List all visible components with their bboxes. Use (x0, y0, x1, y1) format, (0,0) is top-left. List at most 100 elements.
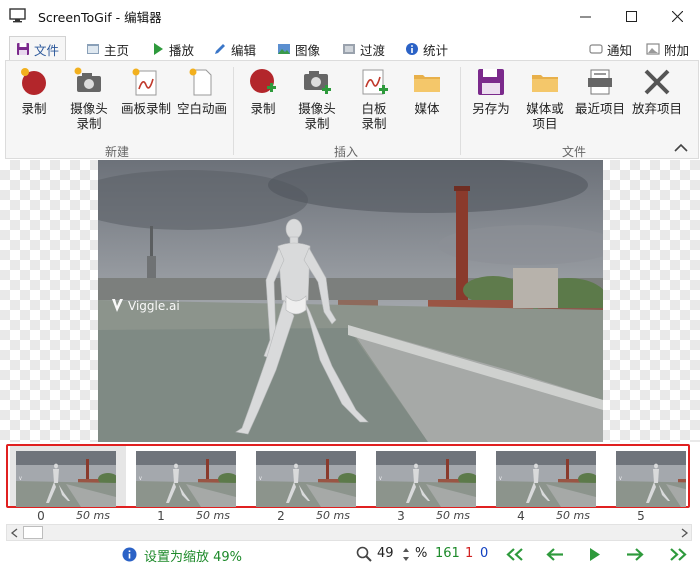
new-board-recording-button[interactable]: 画板录制 (119, 67, 173, 116)
button-label: 录制 (21, 101, 47, 116)
extras-image-icon (646, 43, 660, 55)
frame-thumbnail[interactable] (616, 451, 686, 507)
previous-frame-icon[interactable] (546, 548, 564, 561)
frame-thumbnail[interactable] (256, 451, 356, 507)
tab-label: 主页 (104, 42, 130, 58)
frame-number: 0 (37, 509, 45, 523)
tab-label: 文件 (34, 42, 60, 58)
minimize-icon (579, 16, 591, 17)
new-recording-button[interactable]: 录制 (14, 67, 54, 116)
tab-statistics[interactable]: 统计 (399, 38, 454, 60)
collapse-ribbon-chevron-up-icon[interactable] (674, 143, 688, 153)
new-webcam-recording-button[interactable]: 摄像头 录制 (63, 67, 115, 131)
insert-media-button[interactable]: 媒体 (407, 67, 447, 116)
save-as-icon (478, 69, 504, 95)
window-title: ScreenToGif - 编辑器 (38, 10, 162, 25)
button-label: 另存为 (472, 101, 510, 116)
insert-recording-button[interactable]: 录制 (243, 67, 283, 116)
close-icon (671, 10, 683, 22)
tab-label: 播放 (169, 42, 195, 58)
board-icon (132, 68, 157, 96)
frame-thumbnail[interactable] (136, 451, 236, 507)
frame-delay: 50 ms (76, 509, 110, 522)
next-frame-icon[interactable] (626, 548, 644, 561)
record-icon (21, 68, 46, 95)
insert-whiteboard-recording-button[interactable]: 白板 录制 (352, 67, 396, 131)
transition-icon (343, 44, 355, 54)
camera-insert-icon (304, 71, 331, 94)
zoom-search-icon (356, 546, 372, 562)
button-label: 媒体或 (526, 101, 564, 116)
tab-label: 过渡 (360, 42, 386, 58)
blank-page-icon (189, 68, 212, 96)
title-bar: ScreenToGif - 编辑器 (0, 0, 700, 32)
screentogif-app-icon (9, 8, 26, 23)
first-frame-icon[interactable] (505, 548, 525, 561)
frame-list-scrollbar[interactable] (6, 524, 692, 541)
scroll-right-arrow-icon[interactable] (680, 528, 689, 538)
tab-label: 统计 (423, 42, 449, 58)
button-label: 项目 (532, 116, 558, 131)
recent-projects-icon (588, 69, 612, 95)
new-blank-animation-button[interactable]: 空白动画 (174, 67, 230, 116)
last-frame-icon[interactable] (668, 548, 688, 561)
maximize-button[interactable] (608, 0, 654, 32)
frame-preview-image[interactable]: Viggle.ai (98, 160, 603, 442)
total-frames-count: 161 (435, 546, 460, 561)
open-media-or-project-button[interactable]: 媒体或 项目 (522, 67, 568, 131)
editor-canvas: Viggle.ai (0, 160, 700, 442)
button-label: 摄像头 (298, 101, 336, 116)
frame-thumbnail[interactable] (496, 451, 596, 507)
tab-label: 图像 (295, 42, 321, 58)
tab-image[interactable]: 图像 (271, 38, 326, 60)
notifications-button[interactable]: 通知 (583, 38, 638, 60)
tab-playback[interactable]: 播放 (145, 38, 200, 60)
frame-number: 3 (397, 509, 405, 523)
info-icon (122, 547, 137, 562)
insert-webcam-recording-button[interactable]: 摄像头 录制 (291, 67, 343, 131)
button-label: 放弃项目 (631, 101, 682, 116)
zoom-input[interactable]: 49 (377, 546, 394, 561)
frame-delay: 50 ms (196, 509, 230, 522)
whiteboard-insert-icon (362, 69, 388, 95)
frame-thumbnail[interactable] (16, 451, 116, 507)
frame-thumbnail[interactable] (376, 451, 476, 507)
button-label: 画板录制 (120, 101, 171, 116)
selected-frames-count: 1 (465, 546, 474, 561)
record-insert-icon (250, 69, 276, 93)
frame-number: 4 (517, 509, 525, 523)
zoom-spinner-icon[interactable] (402, 547, 410, 562)
frame-number: 5 (637, 509, 645, 523)
zoom-unit: % (415, 546, 428, 561)
status-bar: 设置为缩放 49% 49 % 161 1 0 (0, 542, 700, 567)
ribbon-tab-row: 文件 主页 播放 编辑 图像 过渡 统计 通知 附加 (0, 34, 700, 61)
button-label: 录制 (76, 116, 102, 131)
maximize-icon (625, 10, 637, 22)
group-separator (233, 67, 234, 155)
notifications-label: 通知 (607, 42, 633, 58)
frame-delay: 50 ms (436, 509, 470, 522)
save-as-button[interactable]: 另存为 (468, 67, 514, 116)
scroll-left-arrow-icon[interactable] (10, 528, 19, 538)
extras-button[interactable]: 附加 (640, 38, 695, 60)
tab-edit[interactable]: 编辑 (207, 38, 262, 60)
ribbon-panel: 录制 摄像头 录制 画板录制 空白动画 新建 录制 摄像头 录制 白板 录制 媒… (5, 60, 699, 159)
button-label: 媒体 (414, 101, 440, 116)
watermark-text: Viggle.ai (128, 299, 180, 313)
scrollbar-thumb[interactable] (23, 526, 43, 539)
tab-transitions[interactable]: 过渡 (336, 38, 391, 60)
recent-projects-button[interactable]: 最近项目 (572, 67, 628, 116)
group-label-file: 文件 (562, 145, 587, 159)
button-label: 白板 (361, 101, 387, 116)
tab-home[interactable]: 主页 (80, 38, 135, 60)
discard-project-button[interactable]: 放弃项目 (629, 67, 685, 116)
frame-list: V 0 50 ms 1 50 ms 2 50 ms 3 50 ms 4 50 m… (0, 443, 700, 523)
minimize-button[interactable] (562, 0, 608, 32)
folder-icon (414, 75, 440, 92)
close-button[interactable] (654, 0, 700, 32)
tab-file[interactable]: 文件 (9, 36, 67, 61)
play-icon[interactable] (589, 547, 601, 562)
image-icon (278, 44, 290, 54)
status-message: 设置为缩放 49% (144, 550, 243, 565)
button-label: 最近项目 (574, 101, 625, 116)
